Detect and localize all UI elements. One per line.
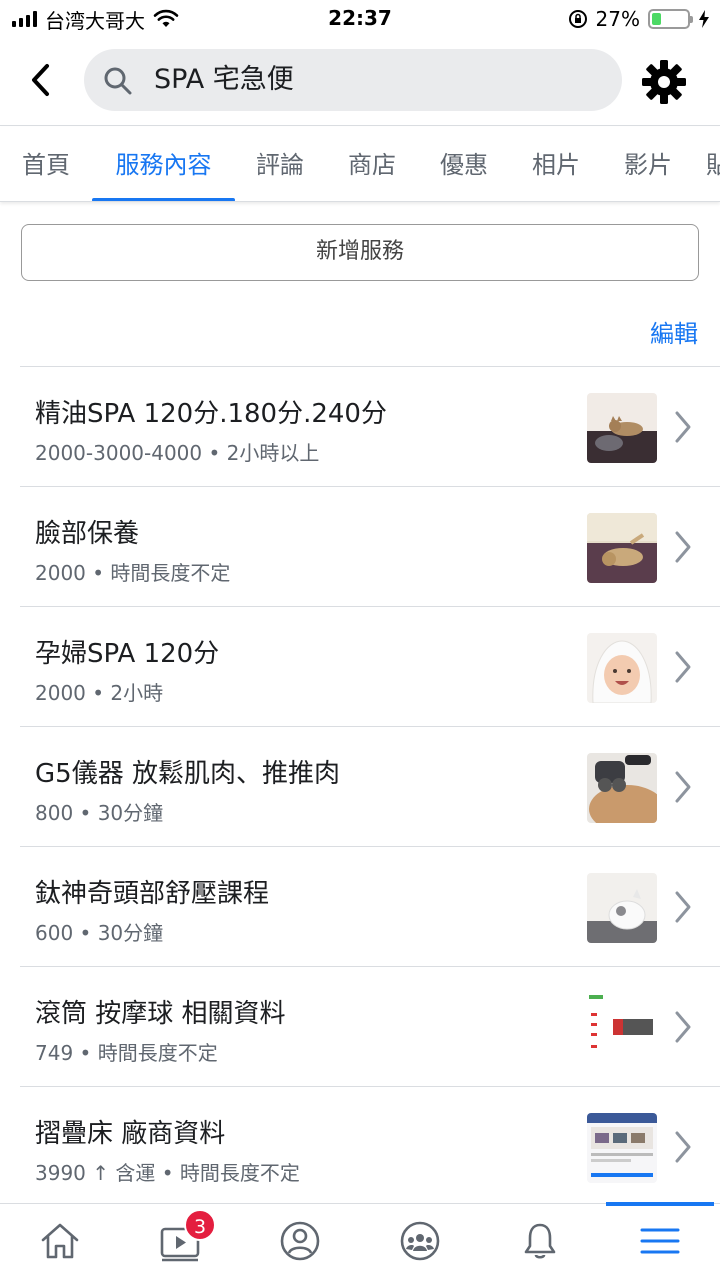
service-row[interactable]: 鈦神奇頭部舒壓課程 600 • 30分鐘: [20, 847, 720, 967]
service-thumbnail: [587, 873, 657, 943]
service-title: 孕婦SPA 120分: [35, 639, 220, 669]
chevron-right-icon: [675, 651, 691, 683]
service-price: 2000: [35, 561, 86, 585]
service-title: 滾筒 按摩球 相關資料: [35, 999, 286, 1029]
tab-offers[interactable]: 優惠: [432, 127, 496, 201]
edit-link[interactable]: 編輯: [650, 314, 698, 349]
chevron-left-icon: [32, 64, 49, 96]
service-row[interactable]: G5儀器 放鬆肌肉、推推肉 800 • 30分鐘: [20, 727, 720, 847]
service-row[interactable]: 孕婦SPA 120分 2000 • 2小時: [20, 607, 720, 727]
service-price: 3990 ↑ 含運: [35, 1161, 156, 1185]
service-price: 749: [35, 1041, 74, 1065]
tab-services[interactable]: 服務內容: [92, 127, 235, 201]
search-query: SPA 宅急便: [154, 64, 294, 95]
service-row[interactable]: 臉部保養 2000 • 時間長度不定: [20, 487, 720, 607]
service-price: 600: [35, 921, 74, 945]
service-title: 摺疊床 廠商資料: [35, 1119, 226, 1149]
service-row[interactable]: 精油SPA 120分.180分.240分 2000-3000-4000 • 2小…: [20, 367, 720, 487]
service-duration: 時間長度不定: [179, 1161, 300, 1185]
nav-groups[interactable]: [360, 1204, 480, 1280]
service-thumbnail: [587, 993, 657, 1063]
status-right: 27%: [568, 6, 710, 32]
tab-reviews[interactable]: 評論: [248, 127, 312, 201]
nav-menu[interactable]: [600, 1204, 720, 1280]
service-meta: 2000-3000-4000 • 2小時以上: [35, 441, 320, 465]
nav-video[interactable]: [120, 1204, 240, 1280]
chevron-right-icon: [675, 771, 691, 803]
search-icon: [104, 67, 132, 95]
chevron-right-icon: [675, 891, 691, 923]
service-meta: 749 • 時間長度不定: [35, 1041, 218, 1065]
profile-icon: [280, 1221, 320, 1261]
bell-icon: [524, 1223, 556, 1259]
page-tabs: 首頁 服務內容 評論 商店 優惠 相片 影片 貼: [0, 127, 720, 202]
service-title: 精油SPA 120分.180分.240分: [35, 399, 387, 429]
status-bar: 台湾大哥大 22:37 27%: [0, 0, 720, 40]
service-price: 2000: [35, 681, 86, 705]
charging-icon: [699, 10, 709, 28]
service-meta: 3990 ↑ 含運 • 時間長度不定: [35, 1161, 300, 1185]
home-icon: [41, 1223, 79, 1259]
service-duration: 30分鐘: [97, 801, 164, 825]
service-title: G5儀器 放鬆肌肉、推推肉: [35, 759, 340, 789]
gear-icon: [642, 60, 686, 104]
service-duration: 時間長度不定: [97, 1041, 218, 1065]
service-duration: 2小時以上: [226, 441, 320, 465]
settings-button[interactable]: [640, 58, 688, 106]
service-row[interactable]: 滾筒 按摩球 相關資料 749 • 時間長度不定: [20, 967, 720, 1087]
tab-videos[interactable]: 影片: [616, 127, 680, 201]
service-price: 800: [35, 801, 74, 825]
service-duration: 30分鐘: [97, 921, 164, 945]
search-input[interactable]: SPA 宅急便: [84, 49, 622, 111]
nav-notifications[interactable]: [480, 1204, 600, 1280]
page-header: SPA 宅急便: [0, 40, 720, 126]
battery-percent: 27%: [595, 7, 640, 31]
back-button[interactable]: [22, 58, 62, 102]
nav-home[interactable]: [0, 1204, 120, 1280]
service-thumbnail: [587, 1113, 657, 1183]
service-duration: 2小時: [110, 681, 164, 705]
service-meta: 600 • 30分鐘: [35, 921, 164, 945]
video-notification-badge: 3: [184, 1209, 216, 1241]
nav-profile[interactable]: [240, 1204, 360, 1280]
groups-icon: [400, 1221, 440, 1261]
add-service-button[interactable]: 新增服務: [21, 224, 699, 281]
chevron-right-icon: [675, 411, 691, 443]
service-row[interactable]: 摺疊床 廠商資料 3990 ↑ 含運 • 時間長度不定: [20, 1087, 720, 1207]
service-title: 臉部保養: [35, 519, 140, 549]
service-duration: 時間長度不定: [110, 561, 231, 585]
chevron-right-icon: [675, 1131, 691, 1163]
tab-photos[interactable]: 相片: [524, 127, 588, 201]
service-meta: 800 • 30分鐘: [35, 801, 164, 825]
service-meta: 2000 • 2小時: [35, 681, 164, 705]
service-list: 精油SPA 120分.180分.240分 2000-3000-4000 • 2小…: [20, 366, 720, 1207]
chevron-right-icon: [675, 1011, 691, 1043]
battery-level: [652, 13, 662, 25]
service-thumbnail: [587, 393, 657, 463]
bottom-nav: [0, 1202, 720, 1280]
service-price: 2000-3000-4000: [35, 441, 203, 465]
tab-shop[interactable]: 商店: [340, 127, 404, 201]
orientation-lock-icon: [568, 10, 587, 28]
service-meta: 2000 • 時間長度不定: [35, 561, 231, 585]
tab-posts[interactable]: 貼: [706, 127, 720, 201]
service-thumbnail: [587, 513, 657, 583]
chevron-right-icon: [675, 531, 691, 563]
battery-icon: [648, 9, 693, 29]
tab-home[interactable]: 首頁: [14, 127, 78, 201]
menu-icon: [640, 1228, 680, 1254]
service-title: 鈦神奇頭部舒壓課程: [35, 879, 270, 909]
service-thumbnail: [587, 753, 657, 823]
service-thumbnail: [587, 633, 657, 703]
